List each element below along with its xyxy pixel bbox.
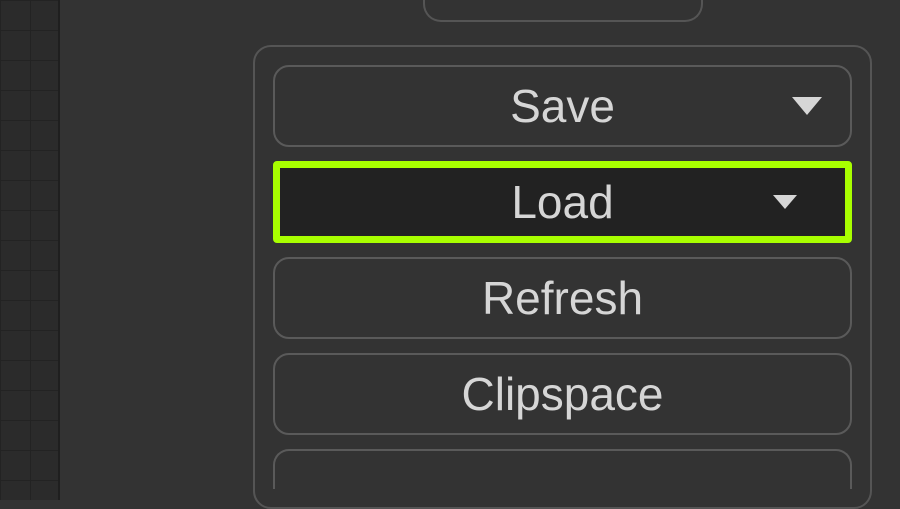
chevron-down-icon[interactable] bbox=[792, 97, 822, 115]
panel-button-group: Save Load Refresh Clipspace bbox=[253, 45, 872, 509]
chevron-down-icon[interactable] bbox=[773, 195, 797, 209]
refresh-button[interactable]: Refresh bbox=[273, 257, 852, 339]
save-button-label: Save bbox=[275, 79, 850, 133]
clipspace-button[interactable]: Clipspace bbox=[273, 353, 852, 435]
load-button-label: Load bbox=[280, 175, 845, 229]
load-button[interactable]: Load bbox=[273, 161, 852, 243]
clipspace-button-label: Clipspace bbox=[275, 367, 850, 421]
save-button[interactable]: Save bbox=[273, 65, 852, 147]
refresh-button-label: Refresh bbox=[275, 271, 850, 325]
canvas-grid-area[interactable] bbox=[0, 0, 60, 500]
panel-top-pill bbox=[423, 0, 703, 22]
side-panel: Save Load Refresh Clipspace bbox=[235, 0, 890, 500]
next-button-partial[interactable] bbox=[273, 449, 852, 489]
